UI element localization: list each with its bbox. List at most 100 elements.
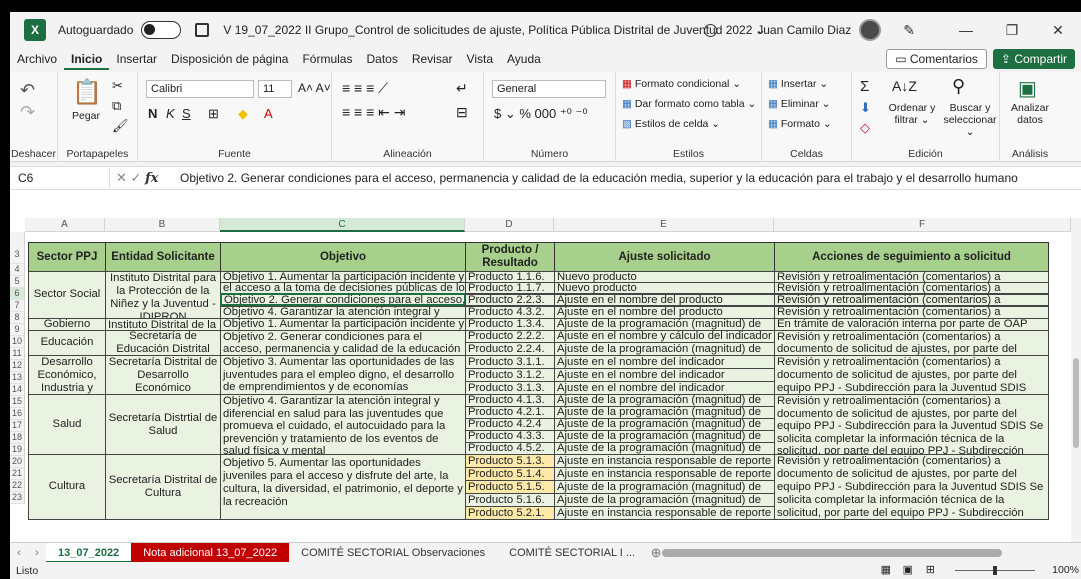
- accion-cell[interactable]: Revisión y retroalimentación (comentario…: [774, 282, 1049, 294]
- row-header-22[interactable]: 22: [10, 480, 25, 492]
- paste-label[interactable]: Pegar: [72, 110, 100, 122]
- undo-icon[interactable]: ↶: [20, 80, 35, 101]
- row-header-21[interactable]: 21: [10, 468, 25, 480]
- save-icon[interactable]: [195, 23, 210, 37]
- entidad-desarrollo[interactable]: Secretaría Distrital de Desarrollo Econó…: [105, 355, 221, 395]
- cell-styles-button[interactable]: ▧ Estilos de celda ⌄: [622, 118, 720, 130]
- sort-icon[interactable]: A↓Z: [892, 78, 917, 94]
- delete-button[interactable]: ▦ Eliminar ⌄: [768, 98, 830, 110]
- number-format-select[interactable]: General: [492, 80, 606, 98]
- objetivo-educacion[interactable]: Objetivo 2. Generar condiciones para el …: [220, 330, 466, 356]
- menu-archivo[interactable]: Archivo: [10, 48, 64, 70]
- fx-icon[interactable]: fx: [145, 171, 158, 186]
- page-break-icon[interactable]: ⊞: [926, 563, 935, 576]
- sector-educacion[interactable]: Educación: [28, 330, 106, 356]
- sector-social[interactable]: Sector Social: [28, 271, 106, 319]
- producto-cell[interactable]: Producto 5.1.5.: [465, 480, 555, 494]
- wrap-text-icon[interactable]: ↵: [456, 80, 468, 97]
- col-header-c[interactable]: C: [220, 218, 465, 232]
- row-header-8[interactable]: 8: [10, 312, 25, 324]
- restore-icon[interactable]: ❐: [989, 22, 1035, 39]
- tab-comite-sectorial[interactable]: COMITÉ SECTORIAL I ...: [497, 543, 647, 563]
- cond-format-button[interactable]: ▦ Formato condicional ⌄: [622, 78, 741, 90]
- bold-icon[interactable]: N: [148, 106, 157, 121]
- producto-cell[interactable]: Producto 3.1.1.: [465, 355, 555, 369]
- ajuste-cell[interactable]: Ajuste en el nombre del producto: [554, 294, 775, 306]
- col-header-e[interactable]: E: [554, 218, 774, 232]
- prev-sheet-icon[interactable]: ‹: [10, 547, 28, 559]
- row-header-4[interactable]: 4: [10, 264, 25, 276]
- row-header-14[interactable]: 14: [10, 384, 25, 396]
- autosum-icon[interactable]: Σ: [860, 78, 869, 95]
- ajuste-cell[interactable]: Nuevo producto: [554, 282, 775, 294]
- header-ajuste[interactable]: Ajuste solicitado: [554, 242, 775, 272]
- merge-icon[interactable]: ⊟: [456, 104, 468, 121]
- menu-formulas[interactable]: Fórmulas: [295, 48, 359, 70]
- format-button[interactable]: ▦ Formato ⌄: [768, 118, 832, 130]
- horizontal-scrollbar[interactable]: [662, 549, 1002, 557]
- scroll-thumb[interactable]: [1073, 358, 1079, 448]
- header-objetivo[interactable]: Objetivo: [220, 242, 466, 272]
- analyze-icon[interactable]: ▣: [1018, 76, 1037, 101]
- font-size-select[interactable]: 11: [258, 80, 292, 98]
- producto-cell[interactable]: Producto 3.1.2.: [465, 368, 555, 382]
- cut-icon[interactable]: ✂: [112, 78, 123, 94]
- ajuste-cell[interactable]: Ajuste en el nombre del indicador: [554, 368, 775, 382]
- producto-cell[interactable]: Producto 5.1.3.: [465, 454, 555, 468]
- user-name[interactable]: Juan Camilo Diaz: [757, 23, 851, 37]
- row-header-6[interactable]: 6: [10, 288, 25, 300]
- menu-revisar[interactable]: Revisar: [405, 48, 460, 70]
- ajuste-cell[interactable]: Ajuste en el nombre del indicador: [554, 355, 775, 369]
- col-header-a[interactable]: A: [25, 218, 105, 232]
- menu-inicio[interactable]: Inicio: [64, 48, 110, 70]
- name-box[interactable]: C6: [10, 168, 110, 188]
- accion-cell[interactable]: Revisión y retroalimentación (comentario…: [774, 294, 1049, 306]
- col-header-d[interactable]: D: [465, 218, 554, 232]
- insert-button[interactable]: ▦ Insertar ⌄: [768, 78, 828, 90]
- producto-cell[interactable]: Producto 2.2.3.: [465, 294, 555, 306]
- row-header-20[interactable]: 20: [10, 456, 25, 468]
- document-title[interactable]: V 19_07_2022 II Grupo_Control de solicit…: [223, 23, 765, 37]
- fill-color-icon[interactable]: ◆: [238, 106, 248, 122]
- entidad-cultura[interactable]: Secretaría Distrital de Cultura: [105, 454, 221, 520]
- sector-desarrollo[interactable]: Desarrollo Económico, Industria y: [28, 355, 106, 395]
- enter-icon[interactable]: ✓: [131, 170, 142, 185]
- tab-13-07-2022[interactable]: 13_07_2022: [46, 542, 132, 563]
- row-header-5[interactable]: 5: [10, 276, 25, 288]
- ajuste-cell[interactable]: Ajuste de la programación (magnitud) de: [554, 480, 775, 494]
- accion-cultura[interactable]: Revisión y retroalimentación (comentario…: [774, 454, 1049, 520]
- sort-button[interactable]: Ordenar y filtrar ⌄: [884, 102, 940, 126]
- formula-input[interactable]: Objetivo 2. Generar condiciones para el …: [172, 171, 1018, 185]
- entidad-educacion[interactable]: Secretaría de Educación Distrital: [105, 330, 221, 356]
- minimize-icon[interactable]: —: [943, 22, 989, 38]
- row-header-13[interactable]: 13: [10, 372, 25, 384]
- share-button[interactable]: ⇪ Compartir: [992, 49, 1075, 69]
- row-header-10[interactable]: 10: [10, 336, 25, 348]
- menu-insertar[interactable]: Insertar: [109, 48, 164, 70]
- zoom-slider-thumb[interactable]: [993, 566, 997, 575]
- accion-educacion[interactable]: Revisión y retroalimentación (comentario…: [774, 330, 1049, 356]
- menu-disposicion[interactable]: Disposición de página: [164, 48, 295, 70]
- comments-button[interactable]: ▭ Comentarios: [886, 49, 987, 69]
- ajuste-cell[interactable]: Ajuste de la programación (magnitud) de: [554, 493, 775, 507]
- producto-cell[interactable]: Producto 5.2.1.: [465, 506, 555, 520]
- row-header-11[interactable]: 11: [10, 348, 25, 360]
- find-icon[interactable]: ⚲: [952, 76, 965, 97]
- paste-icon[interactable]: 📋: [72, 78, 102, 107]
- accion-salud[interactable]: Revisión y retroalimentación (comentario…: [774, 394, 1049, 455]
- format-painter-icon[interactable]: 🖌: [112, 118, 129, 134]
- ajuste-cell[interactable]: Ajuste en el nombre del indicador: [554, 381, 775, 395]
- header-producto[interactable]: Producto / Resultado: [465, 242, 555, 272]
- tab-comite-observaciones[interactable]: COMITÉ SECTORIAL Observaciones: [289, 543, 497, 563]
- row-header-17[interactable]: 17: [10, 420, 25, 432]
- menu-vista[interactable]: Vista: [460, 48, 500, 70]
- ajuste-cell[interactable]: Ajuste en instancia responsable de repor…: [554, 506, 775, 520]
- header-entidad[interactable]: Entidad Solicitante: [105, 242, 221, 272]
- objetivo-row-6-selected[interactable]: Objetivo 2. Generar condiciones para el …: [220, 293, 466, 306]
- row-header-15[interactable]: 15: [10, 396, 25, 408]
- producto-cell[interactable]: Producto 5.1.6.: [465, 493, 555, 507]
- col-header-f[interactable]: F: [774, 218, 1071, 232]
- font-name-select[interactable]: Calibri: [146, 80, 254, 98]
- row-header-23[interactable]: 23: [10, 492, 25, 504]
- grow-font-icon[interactable]: A˄ A˅: [298, 81, 331, 95]
